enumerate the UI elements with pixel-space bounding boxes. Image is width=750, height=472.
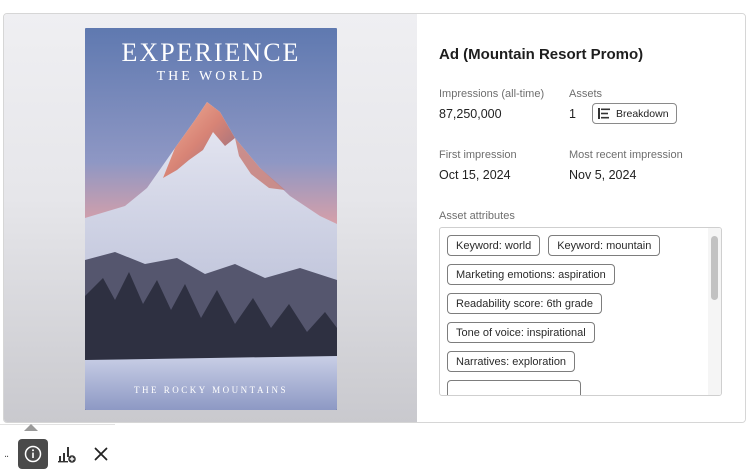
mountain-illustration bbox=[85, 28, 337, 410]
assets-label: Assets bbox=[569, 88, 603, 100]
breakdown-button[interactable]: Breakdown bbox=[592, 103, 677, 124]
info-icon bbox=[24, 445, 42, 463]
close-icon bbox=[94, 447, 108, 461]
attribute-tag: Marketing emotions: aspiration bbox=[447, 264, 615, 285]
attribute-tag-partial bbox=[447, 380, 581, 395]
recent-impression-label: Most recent impression bbox=[569, 149, 683, 161]
asset-details-card: EXPERIENCE THE WORLD THE ROCKY MOUNTAINS… bbox=[3, 13, 746, 423]
breakdown-label: Breakdown bbox=[616, 107, 669, 120]
asset-attributes-list[interactable]: Keyword: world Keyword: mountain Marketi… bbox=[439, 227, 722, 396]
impressions-value: 87,250,000 bbox=[439, 107, 502, 121]
ad-poster-image: EXPERIENCE THE WORLD THE ROCKY MOUNTAINS bbox=[85, 28, 337, 410]
chart-add-icon bbox=[58, 447, 76, 463]
ad-title: Ad (Mountain Resort Promo) bbox=[439, 46, 644, 63]
poster-caption: THE ROCKY MOUNTAINS bbox=[134, 385, 288, 395]
more-indicator[interactable]: .. bbox=[4, 448, 9, 460]
first-impression-value: Oct 15, 2024 bbox=[439, 168, 511, 182]
attributes-scrollbar[interactable] bbox=[708, 228, 721, 395]
recent-impression-value: Nov 5, 2024 bbox=[569, 168, 637, 182]
assets-value: 1 bbox=[569, 107, 576, 121]
attribute-tag: Tone of voice: inspirational bbox=[447, 322, 595, 343]
first-impression-label: First impression bbox=[439, 149, 517, 161]
info-button[interactable] bbox=[18, 439, 48, 469]
toolbar-divider bbox=[0, 424, 115, 425]
close-button[interactable] bbox=[90, 443, 112, 465]
asset-attributes-label: Asset attributes bbox=[439, 210, 515, 222]
add-to-chart-button[interactable] bbox=[56, 443, 78, 465]
poster-title: EXPERIENCE bbox=[121, 38, 301, 67]
poster-subtitle: THE WORLD bbox=[156, 69, 266, 84]
attributes-scrollbar-thumb[interactable] bbox=[711, 236, 718, 300]
toolbar-pointer bbox=[24, 424, 38, 431]
attribute-tag: Keyword: mountain bbox=[548, 235, 661, 256]
breakdown-icon bbox=[598, 108, 610, 119]
asset-info-pane: Ad (Mountain Resort Promo) Impressions (… bbox=[417, 14, 745, 422]
attribute-tag: Narratives: exploration bbox=[447, 351, 576, 372]
attribute-tag: Readability score: 6th grade bbox=[447, 293, 602, 314]
impressions-label: Impressions (all-time) bbox=[439, 88, 545, 100]
attribute-tag: Keyword: world bbox=[447, 235, 541, 256]
asset-preview-pane: EXPERIENCE THE WORLD THE ROCKY MOUNTAINS bbox=[4, 14, 417, 422]
